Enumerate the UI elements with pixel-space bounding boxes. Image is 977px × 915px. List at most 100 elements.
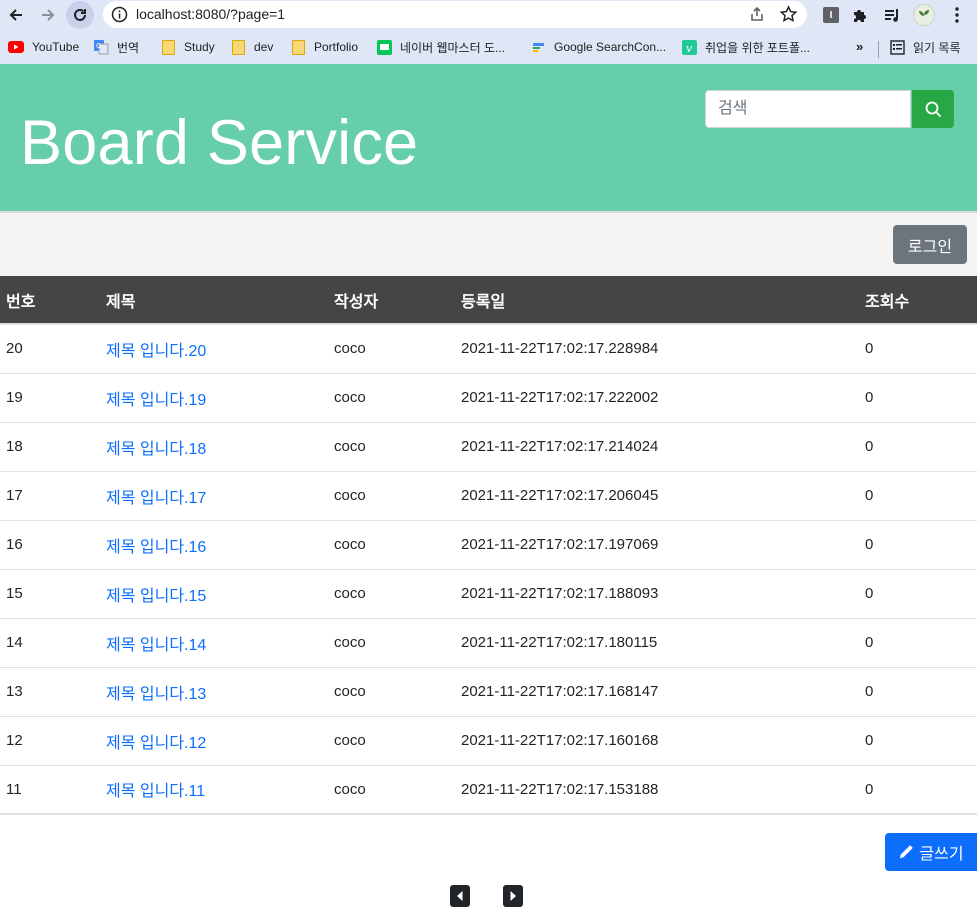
share-icon[interactable] <box>748 5 766 23</box>
column-header-views: 조회수 <box>859 276 977 325</box>
login-button[interactable]: 로그인 <box>893 225 967 264</box>
auth-bar: 로그인 <box>0 211 977 276</box>
board-table: 번호 제목 작성자 등록일 조회수 20 제목 입니다.20 coco 2021… <box>0 276 977 815</box>
extension-icon[interactable]: I <box>820 4 842 26</box>
row-writer: coco <box>334 634 366 651</box>
info-icon[interactable] <box>111 6 128 23</box>
table-row: 17 제목 입니다.17 coco 2021-11-22T17:02:17.20… <box>0 471 977 520</box>
reload-icon <box>74 8 86 21</box>
google-search-console-icon <box>530 40 546 54</box>
bookmark-youtube[interactable]: YouTube <box>8 38 79 56</box>
row-writer: coco <box>334 438 366 455</box>
row-views: 0 <box>865 634 874 651</box>
bookmark-label: 취업을 위한 포트폴... <box>705 40 810 55</box>
puzzle-icon <box>854 10 866 22</box>
post-title-link[interactable]: 제목 입니다.16 <box>106 539 206 556</box>
table-header-row: 번호 제목 작성자 등록일 조회수 <box>0 276 977 325</box>
bookmark-study[interactable]: Study <box>160 38 215 56</box>
address-bar[interactable]: localhost:8080/?page=1 <box>103 1 807 28</box>
row-views: 0 <box>865 683 874 700</box>
folder-icon <box>160 39 176 55</box>
column-header-no: 번호 <box>0 276 100 325</box>
post-title-link[interactable]: 제목 입니다.13 <box>106 686 206 703</box>
row-views: 0 <box>865 389 874 406</box>
bookmark-portfolio[interactable]: Portfolio <box>290 38 358 56</box>
bookmarks-bar: YouTube G 번역 Study dev Portfolio 네이버 웹마스… <box>0 30 977 64</box>
bookmark-google-search-console[interactable]: Google SearchCon... <box>530 38 666 56</box>
row-no: 17 <box>6 487 23 504</box>
naver-webmaster-icon <box>376 39 392 55</box>
row-date: 2021-11-22T17:02:17.228984 <box>461 340 659 358</box>
table-row: 14 제목 입니다.14 coco 2021-11-22T17:02:17.18… <box>0 618 977 667</box>
table-row: 16 제목 입니다.16 coco 2021-11-22T17:02:17.19… <box>0 520 977 569</box>
translate-icon: G <box>93 40 109 55</box>
search-input[interactable] <box>705 90 911 128</box>
column-header-title: 제목 <box>100 276 328 325</box>
bookmark-star-icon[interactable] <box>779 5 798 24</box>
media-control-button[interactable] <box>881 4 903 26</box>
search-button[interactable] <box>912 90 954 128</box>
post-title-link[interactable]: 제목 입니다.18 <box>106 441 206 458</box>
row-views: 0 <box>865 732 874 749</box>
bookmark-velog[interactable]: v 취업을 위한 포트폴... <box>681 38 810 56</box>
write-button[interactable]: 글쓰기 <box>885 833 977 871</box>
table-row: 13 제목 입니다.13 coco 2021-11-22T17:02:17.16… <box>0 667 977 716</box>
row-views: 0 <box>865 438 874 455</box>
row-views: 0 <box>865 340 874 358</box>
bookmark-label: Portfolio <box>314 40 359 54</box>
row-date: 2021-11-22T17:02:17.197069 <box>461 536 659 553</box>
bookmark-naver-webmaster[interactable]: 네이버 웹마스터 도... <box>376 38 505 56</box>
bookmarks-overflow-button[interactable]: » <box>856 39 863 54</box>
row-date: 2021-11-22T17:02:17.153188 <box>461 780 659 798</box>
bookmark-label: dev <box>254 40 274 54</box>
velog-icon: v <box>681 39 697 55</box>
row-no: 13 <box>6 683 23 700</box>
plant-avatar-icon <box>919 10 929 21</box>
site-header: Board Service <box>0 64 977 211</box>
row-writer: coco <box>334 487 366 504</box>
post-title-link[interactable]: 제목 입니다.17 <box>106 490 206 507</box>
bookmark-label: Google SearchCon... <box>554 40 667 54</box>
table-row: 19 제목 입니다.19 coco 2021-11-22T17:02:17.22… <box>0 373 977 422</box>
row-no: 19 <box>6 389 23 406</box>
search-icon <box>925 101 941 117</box>
row-date: 2021-11-22T17:02:17.206045 <box>461 487 659 504</box>
row-date: 2021-11-22T17:02:17.180115 <box>461 634 658 651</box>
row-date: 2021-11-22T17:02:17.168147 <box>461 683 659 700</box>
bookmark-translate[interactable]: G 번역 <box>93 38 139 56</box>
table-row: 15 제목 입니다.15 coco 2021-11-22T17:02:17.18… <box>0 569 977 618</box>
post-title-link[interactable]: 제목 입니다.15 <box>106 588 206 605</box>
svg-text:v: v <box>686 42 693 55</box>
folder-icon <box>290 39 306 55</box>
url-text[interactable]: localhost:8080/?page=1 <box>136 6 285 22</box>
post-title-link[interactable]: 제목 입니다.19 <box>106 392 206 409</box>
row-writer: coco <box>334 732 366 749</box>
post-title-link[interactable]: 제목 입니다.20 <box>106 343 206 360</box>
playlist-icon <box>885 9 898 22</box>
bookmark-label: YouTube <box>32 40 80 54</box>
extension-i-icon: I <box>823 7 839 23</box>
reading-list-button[interactable]: 읽기 목록 <box>889 38 961 56</box>
post-title-link[interactable]: 제목 입니다.12 <box>106 735 206 752</box>
post-title-link[interactable]: 제목 입니다.11 <box>106 783 205 800</box>
extensions-button[interactable] <box>849 4 871 26</box>
row-date: 2021-11-22T17:02:17.188093 <box>461 585 659 602</box>
next-page-button[interactable] <box>503 885 523 907</box>
reading-list-icon <box>889 39 905 55</box>
column-header-writer: 작성자 <box>328 276 455 325</box>
row-no: 11 <box>6 780 22 798</box>
bookmark-dev[interactable]: dev <box>230 38 273 56</box>
browser-menu-button[interactable] <box>946 4 968 26</box>
post-title-link[interactable]: 제목 입니다.14 <box>106 637 206 654</box>
row-no: 12 <box>6 732 23 749</box>
row-date: 2021-11-22T17:02:17.160168 <box>461 732 659 749</box>
profile-button[interactable] <box>913 4 935 26</box>
bookmark-label: 번역 <box>117 40 140 55</box>
prev-page-button[interactable] <box>450 885 470 907</box>
bookmark-label: 네이버 웹마스터 도... <box>400 40 505 55</box>
row-no: 20 <box>6 340 23 358</box>
bookmarks-divider <box>878 41 879 58</box>
reload-button[interactable] <box>66 1 94 29</box>
forward-button[interactable] <box>36 3 60 27</box>
back-button[interactable] <box>4 3 28 27</box>
